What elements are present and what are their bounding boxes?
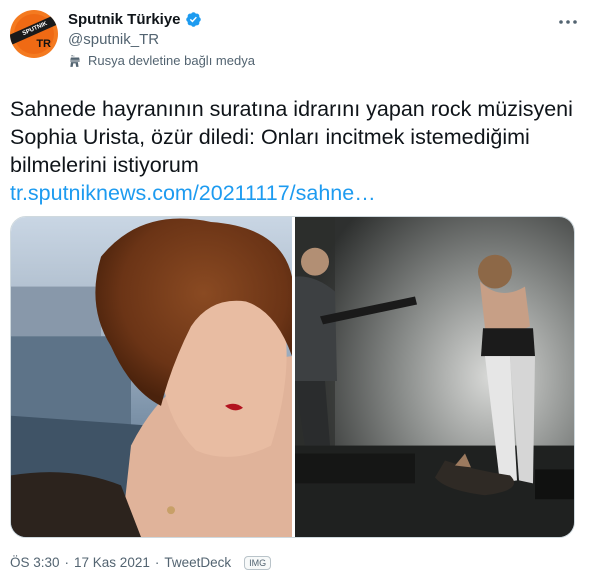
tweet-time[interactable]: ÖS 3:30 [10, 555, 60, 570]
tweet-body: Sahnede hayranının suratına idrarını yap… [10, 97, 573, 177]
avatar[interactable]: SPUTNIK TR [10, 10, 58, 58]
more-options-icon[interactable] [556, 10, 580, 34]
account-handle[interactable]: @sputnik_TR [68, 31, 159, 48]
meta-separator: · [64, 555, 70, 570]
state-media-icon [70, 54, 80, 67]
tweet-text: Sahnede hayranının suratına idrarını yap… [10, 95, 585, 207]
author-name-row: Sputnik Türkiye [68, 9, 202, 29]
tweet-card: SPUTNIK TR Sputnik Türkiye @sputnik_TR R… [0, 0, 596, 582]
tweet-date[interactable]: 17 Kas 2021 [74, 555, 150, 570]
tweet-meta: ÖS 3:30 · 17 Kas 2021 · TweetDeck IMG [10, 555, 272, 570]
media-grid [10, 216, 575, 538]
meta-separator: · [154, 555, 160, 570]
portrait-photo[interactable] [11, 217, 292, 537]
tweet-source[interactable]: TweetDeck [164, 555, 231, 570]
state-media-label[interactable]: Rusya devletine bağlı medya [68, 53, 255, 68]
avatar-text: TR [36, 38, 51, 50]
tweet-link[interactable]: tr.sputniknews.com/20211117/sahne… [10, 179, 585, 207]
verified-badge-icon [185, 11, 201, 27]
img-badge: IMG [244, 555, 272, 570]
state-media-text: Rusya devletine bağlı medya [88, 53, 255, 68]
display-name[interactable]: Sputnik Türkiye [68, 11, 181, 28]
concert-stage-photo[interactable] [295, 217, 575, 537]
